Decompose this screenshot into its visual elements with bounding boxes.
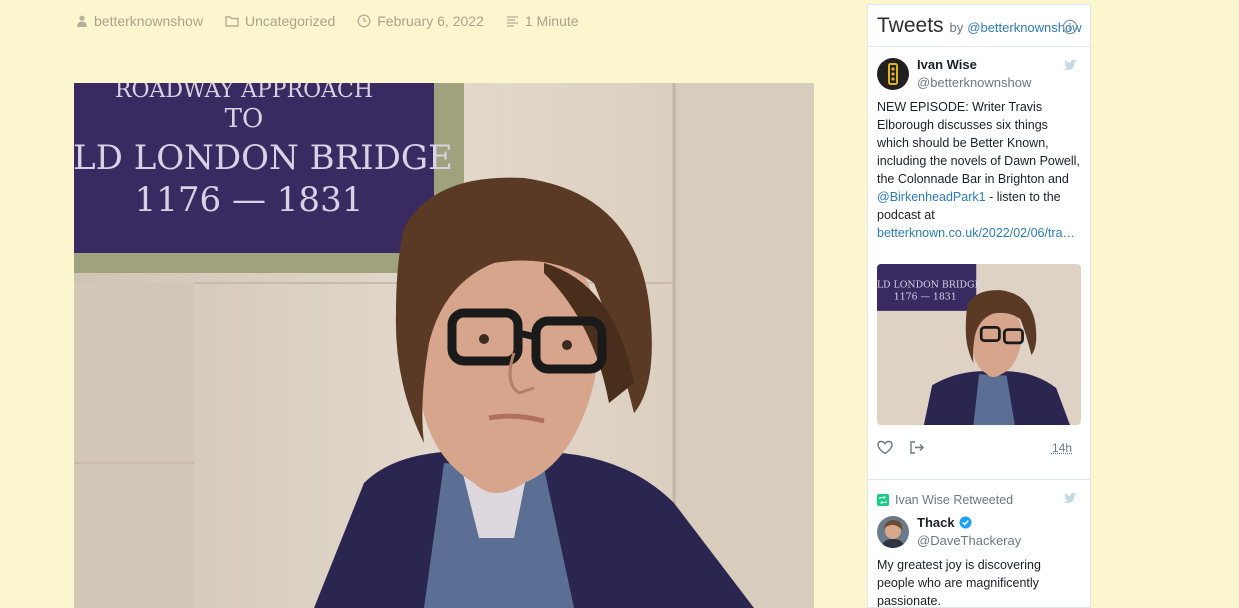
read-time-text: 1 Minute	[524, 13, 579, 29]
tweet-screen-name[interactable]: @DaveThackeray	[917, 533, 1021, 548]
tweet-author-name[interactable]: Thack	[917, 515, 1021, 530]
share-icon[interactable]	[909, 440, 925, 455]
avatar[interactable]	[877, 515, 909, 548]
info-icon[interactable]	[1062, 19, 1078, 35]
tweet-media-image[interactable]: OLD LONDON BRIDGE 1176 — 1831	[877, 264, 1081, 425]
widget-by: by	[949, 20, 964, 35]
post-featured-image: ROADWAY APPROACH TO OLD LONDON BRIDGE 11…	[74, 83, 814, 608]
media-plaque-line-4: 1176 — 1831	[894, 291, 957, 302]
media-plaque-line-3: OLD LONDON BRIDGE	[877, 280, 982, 291]
twitter-timeline-widget[interactable]: Tweets by @betterknownshow Ivan Wise @be…	[867, 4, 1091, 608]
tweet-header: Thack @DaveThackeray	[877, 507, 1081, 548]
tweet-actions: 14h	[877, 425, 1081, 469]
widget-header: Tweets by @betterknownshow	[868, 5, 1090, 47]
tweet-mention-link[interactable]: @BirkenheadPark1	[877, 190, 986, 204]
author-name-text[interactable]: Thack	[917, 515, 955, 530]
retweet-context: Ivan Wise Retweeted	[877, 480, 1081, 507]
tweet-text: My greatest joy is discovering people wh…	[877, 558, 1041, 608]
plaque-line-4: 1176 — 1831	[135, 180, 364, 220]
post-meta: betterknownshow Uncategorized February 6…	[76, 12, 601, 30]
author-name[interactable]: betterknownshow	[94, 13, 203, 29]
avatar[interactable]	[877, 57, 909, 90]
tweet-author-name[interactable]: Ivan Wise	[917, 57, 1031, 72]
tweet[interactable]: Ivan Wise @betterknownshow NEW EPISODE: …	[868, 47, 1090, 480]
tweet[interactable]: Ivan Wise Retweeted Thack @DaveThackeray…	[868, 480, 1090, 608]
clock-icon	[357, 14, 371, 28]
tweet-url-link[interactable]: betterknown.co.uk/2022/02/06/tra…	[877, 226, 1075, 240]
tweet-screen-name[interactable]: @betterknownshow	[917, 75, 1031, 90]
tweet-text-part-1: NEW EPISODE: Writer Travis Elborough dis…	[877, 100, 1080, 186]
twitter-bird-icon[interactable]	[1062, 492, 1078, 506]
retweet-label[interactable]: Ivan Wise Retweeted	[895, 493, 1013, 507]
heart-icon[interactable]	[877, 440, 893, 455]
plaque-line-3: OLD LONDON BRIDGE	[74, 138, 453, 178]
plaque-line-2: TO	[225, 104, 264, 134]
retweet-icon	[877, 494, 889, 506]
plaque-line-1: ROADWAY APPROACH	[115, 83, 373, 103]
lines-icon	[506, 16, 518, 27]
post-read-time: 1 Minute	[506, 13, 579, 29]
post-date[interactable]: February 6, 2022	[357, 13, 484, 29]
post-category[interactable]: Uncategorized	[225, 13, 335, 29]
user-icon	[77, 15, 87, 27]
tweet-timestamp[interactable]: 14h	[1052, 441, 1072, 455]
tweet-text: NEW EPISODE: Writer Travis Elborough dis…	[877, 98, 1081, 242]
tweet-header: Ivan Wise @betterknownshow	[877, 47, 1081, 90]
verified-badge-icon	[959, 516, 972, 529]
folder-icon	[225, 16, 239, 27]
widget-title: Tweets	[877, 14, 944, 37]
post-author[interactable]: betterknownshow	[76, 13, 203, 29]
category-name[interactable]: Uncategorized	[245, 13, 335, 29]
twitter-bird-icon[interactable]	[1062, 59, 1078, 73]
date-text[interactable]: February 6, 2022	[377, 13, 484, 29]
